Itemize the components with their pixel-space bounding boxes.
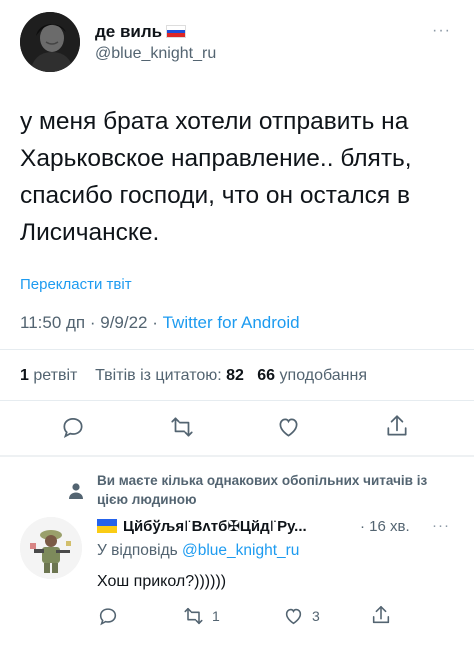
- divider: [0, 349, 474, 350]
- reply-avatar-image: [20, 517, 82, 579]
- like-icon[interactable]: [275, 414, 302, 440]
- retweets-count: 1: [20, 367, 29, 384]
- quotes-label: Твітів із цитатою:: [95, 367, 222, 384]
- reply-like-count: 3: [312, 608, 320, 624]
- section-divider: [0, 455, 474, 457]
- likes-label: уподобання: [275, 367, 367, 384]
- author-avatar[interactable]: [20, 12, 80, 72]
- replying-to: У відповідь @blue_knight_ru: [97, 542, 299, 560]
- reply-reply-icon[interactable]: [97, 605, 119, 627]
- reply-retweet-count: 1: [212, 608, 220, 624]
- likes-count: 66: [257, 367, 276, 384]
- quotes-stat[interactable]: Твітів із цитатою: 82: [95, 367, 244, 384]
- tweet-timestamp[interactable]: 11:50 дп · 9/9/22 ·: [20, 313, 163, 332]
- quotes-count: 82: [226, 367, 244, 384]
- reply-timestamp[interactable]: · 16 хв.: [360, 518, 410, 535]
- reply-share-icon[interactable]: [370, 603, 392, 627]
- person-icon: [68, 482, 84, 505]
- tweet-meta: 11:50 дп · 9/9/22 · Twitter for Android: [20, 313, 300, 333]
- reply-avatar[interactable]: [20, 517, 82, 579]
- more-options-button[interactable]: ···: [432, 22, 451, 40]
- tweet-source[interactable]: Twitter for Android: [163, 313, 300, 332]
- reply-more-options-button[interactable]: ···: [432, 517, 450, 534]
- share-icon[interactable]: [384, 412, 410, 440]
- translate-tweet-link[interactable]: Перекласти твіт: [20, 276, 132, 293]
- author-name-text: де виль: [95, 22, 163, 41]
- likes-stat[interactable]: 66 уподобання: [257, 367, 367, 384]
- author-display-name[interactable]: де виль: [95, 22, 187, 42]
- retweets-label: ретвіт: [28, 367, 78, 384]
- tweet-stats: 1 ретвіт Твітів із цитатою: 82 66 уподоб…: [20, 367, 367, 385]
- russia-flag-icon: [166, 25, 187, 38]
- ukraine-flag-icon: [97, 519, 117, 533]
- mutual-followers-notice: Ви маєте кілька однакових обопільних чит…: [97, 473, 428, 507]
- author-avatar-image: [20, 12, 80, 72]
- reply-text: Хош прикол?)))))): [97, 573, 227, 590]
- tweet-text: у меня брата хотели отправить на Харьков…: [20, 108, 412, 246]
- retweets-stat[interactable]: 1 ретвіт: [20, 367, 77, 384]
- reply-retweet-icon[interactable]: [182, 605, 205, 627]
- replying-to-label: У відповідь: [97, 542, 182, 559]
- author-handle[interactable]: @blue_knight_ru: [95, 45, 216, 63]
- retweet-icon[interactable]: [168, 414, 196, 440]
- replying-to-handle[interactable]: @blue_knight_ru: [182, 542, 299, 559]
- reply-icon[interactable]: [60, 414, 86, 440]
- reply-display-name[interactable]: Цйбўљя꜍Вʌтб✠Цйд꜍Ру...: [97, 517, 307, 535]
- reply-name-text: Цйбўљя꜍Вʌтб✠Цйд꜍Ру...: [123, 518, 307, 535]
- divider: [0, 400, 474, 401]
- reply-like-icon[interactable]: [282, 605, 305, 627]
